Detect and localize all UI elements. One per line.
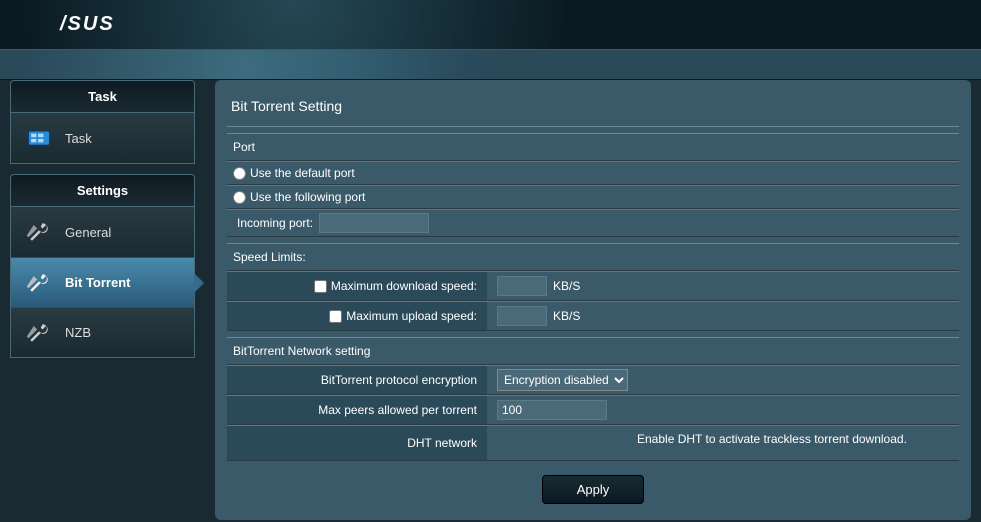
sidebar-item-label: General (65, 225, 111, 240)
dht-hint: Enable DHT to activate trackless torrent… (487, 426, 959, 460)
max-download-label: Maximum download speed: (331, 279, 477, 293)
row-incoming-port: Incoming port: (227, 209, 959, 237)
decor-band (0, 50, 981, 80)
wrench-icon (23, 317, 55, 349)
row-default-port: Use the default port (227, 161, 959, 185)
sidebar-item-label: NZB (65, 325, 91, 340)
sidebar-item-general[interactable]: General (11, 207, 194, 257)
wrench-icon (23, 216, 55, 248)
row-following-port: Use the following port (227, 185, 959, 209)
encryption-label: BitTorrent protocol encryption (321, 373, 477, 387)
encryption-select[interactable]: Encryption disabled (497, 369, 628, 391)
sidebar-item-bittorrent[interactable]: Bit Torrent (11, 257, 194, 307)
speed-unit: KB/S (553, 279, 580, 293)
max-peers-label: Max peers allowed per torrent (318, 403, 477, 417)
max-upload-label: Maximum upload speed: (346, 309, 477, 323)
apply-button[interactable]: Apply (542, 475, 645, 504)
brand-logo: /SUS (60, 13, 115, 36)
sidebar-item-label: Bit Torrent (65, 275, 130, 290)
sidebar: Task Task Settings General Bit Tor (10, 80, 195, 520)
sidebar-item-nzb[interactable]: NZB (11, 307, 194, 357)
radio-following-port[interactable] (233, 191, 246, 204)
checkbox-max-download[interactable] (314, 280, 327, 293)
radio-default-port-label: Use the default port (250, 166, 355, 180)
max-download-input[interactable] (497, 276, 547, 296)
max-peers-input[interactable] (497, 400, 607, 420)
row-dht: DHT network Enable DHT to activate track… (227, 425, 959, 461)
page-title: Bit Torrent Setting (227, 90, 959, 127)
incoming-port-input[interactable] (319, 213, 429, 233)
row-max-download: Maximum download speed: KB/S (227, 271, 959, 301)
section-port-header: Port (227, 133, 959, 161)
content-panel: Bit Torrent Setting Port Use the default… (215, 80, 971, 520)
speed-unit: KB/S (553, 309, 580, 323)
dht-label: DHT network (227, 426, 487, 460)
checkbox-max-upload[interactable] (329, 310, 342, 323)
section-network-header: BitTorrent Network setting (227, 337, 959, 365)
section-speed-header: Speed Limits: (227, 243, 959, 271)
radio-following-port-label: Use the following port (250, 190, 365, 204)
row-encryption: BitTorrent protocol encryption Encryptio… (227, 365, 959, 395)
sidebar-group-settings-header: Settings (10, 174, 195, 207)
row-max-upload: Maximum upload speed: KB/S (227, 301, 959, 331)
max-upload-input[interactable] (497, 306, 547, 326)
top-header: /SUS (0, 0, 981, 50)
sidebar-item-task[interactable]: Task (11, 113, 194, 163)
wrench-icon (23, 267, 55, 299)
sidebar-group-task-header: Task (10, 80, 195, 113)
row-max-peers: Max peers allowed per torrent (227, 395, 959, 425)
sidebar-item-label: Task (65, 131, 92, 146)
incoming-port-label: Incoming port: (233, 216, 313, 230)
task-icon (23, 122, 55, 154)
radio-default-port[interactable] (233, 167, 246, 180)
